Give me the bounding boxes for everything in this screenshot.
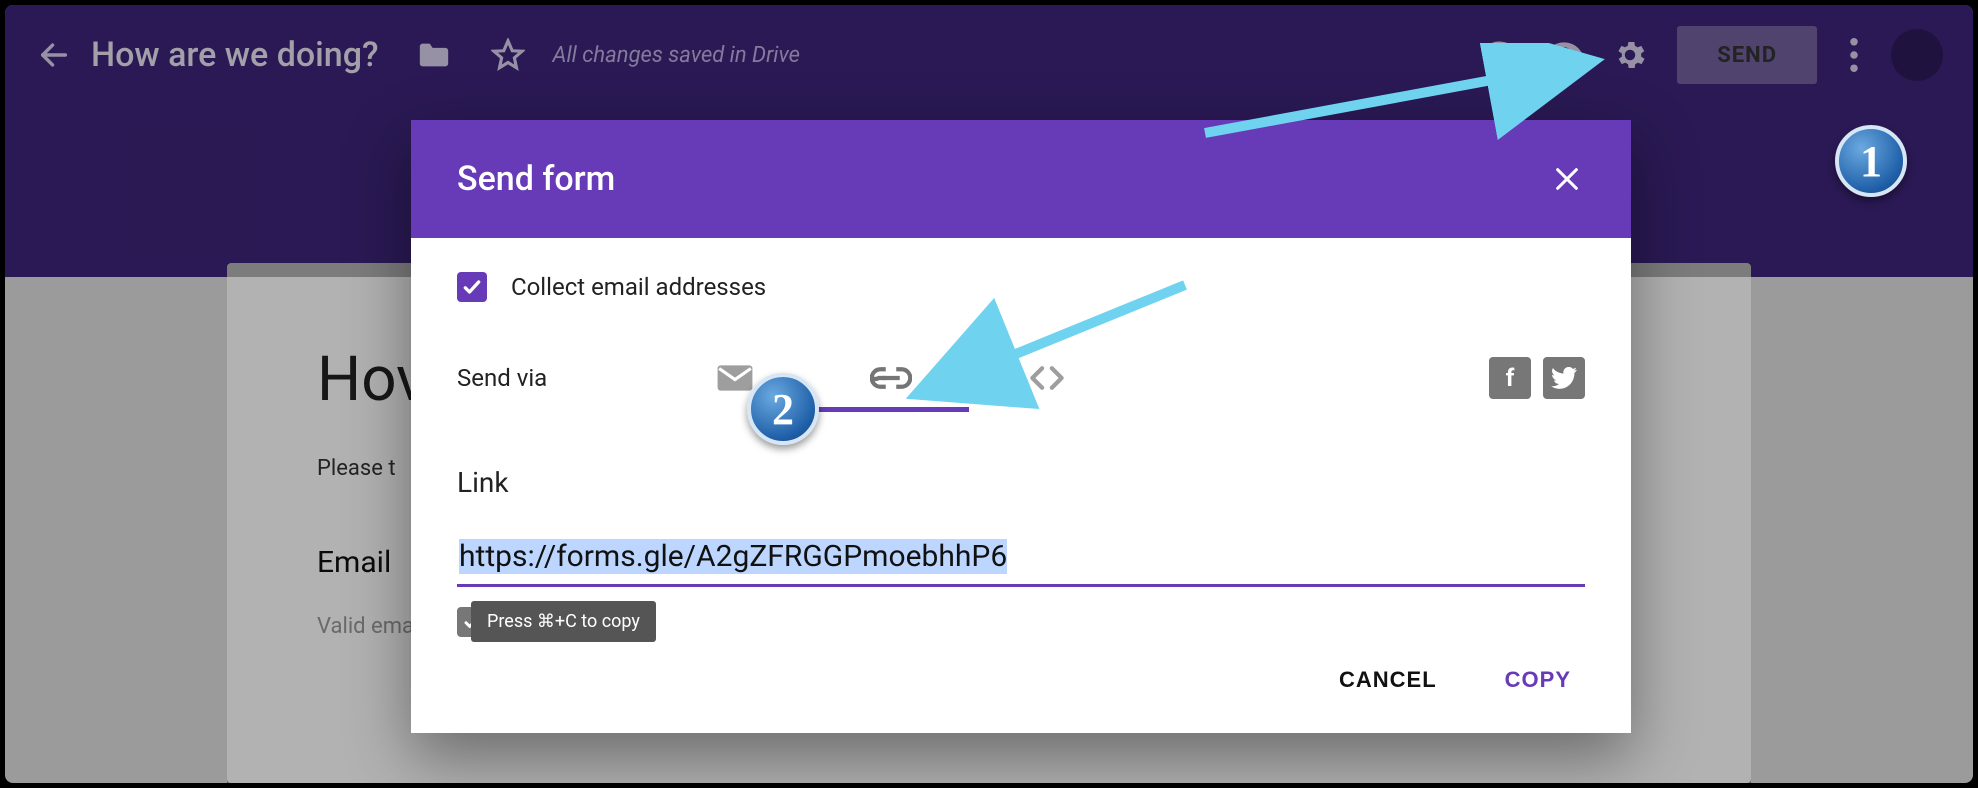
link-url-field[interactable]: https://forms.gle/A2gZFRGGPmoebhhP6: [457, 533, 1585, 587]
send-via-row: Send via f: [457, 346, 1585, 410]
cancel-button[interactable]: CANCEL: [1335, 657, 1441, 703]
collect-email-row[interactable]: Collect email addresses: [457, 272, 1585, 302]
dialog-close-button[interactable]: [1549, 161, 1585, 197]
annotation-badge-1: 1: [1835, 125, 1907, 197]
send-tab-embed[interactable]: [969, 346, 1125, 410]
dialog-title: Send form: [457, 159, 1549, 199]
collect-email-checkbox[interactable]: [457, 272, 487, 302]
share-facebook-button[interactable]: f: [1489, 357, 1531, 399]
copy-tooltip: Press ⌘+C to copy: [471, 601, 656, 642]
annotation-badge-2: 2: [747, 373, 819, 445]
share-twitter-button[interactable]: [1543, 357, 1585, 399]
dialog-actions: CANCEL COPY: [457, 657, 1585, 703]
send-form-dialog: Send form Collect email addresses Send v…: [411, 120, 1631, 733]
link-section-label: Link: [457, 466, 1585, 499]
copy-button[interactable]: COPY: [1501, 657, 1575, 703]
send-tab-link[interactable]: [813, 346, 969, 410]
link-url-value: https://forms.gle/A2gZFRGGPmoebhhP6: [459, 539, 1007, 574]
send-via-label: Send via: [457, 364, 657, 392]
shorten-url-row[interactable]: Shorten URL Press ⌘+C to copy: [457, 607, 1585, 637]
dialog-header: Send form: [411, 120, 1631, 238]
collect-email-label: Collect email addresses: [511, 273, 766, 301]
